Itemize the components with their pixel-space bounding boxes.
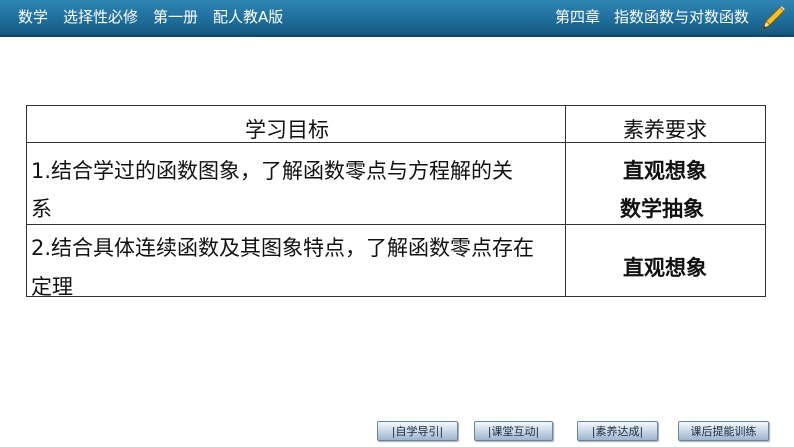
column-divider [565, 106, 566, 296]
goal-1-line-2: 系 [31, 197, 52, 221]
goal-2-line-2: 定理 [31, 275, 73, 299]
nav-self-study-button[interactable]: |自学导引| [377, 421, 458, 441]
volume-type-label: 选择性必修 [63, 8, 139, 26]
goal-2-line-1: 2.结合具体连续函数及其图象特点，了解函数零点存在 [31, 236, 535, 260]
book-info: 数学 选择性必修 第一册 配人教A版 [18, 0, 298, 35]
table-header-goals: 学习目标 [245, 118, 329, 142]
chapter-label: 第四章 [555, 8, 601, 26]
nav-literacy-achievement-button[interactable]: |素养达成| [577, 421, 658, 441]
chapter-title: 指数函数与对数函数 [614, 8, 750, 26]
top-header-bar: 数学 选择性必修 第一册 配人教A版 第四章 指数函数与对数函数 [0, 0, 794, 37]
goal-1-line-1: 1.结合学过的函数图象，了解函数零点与方程解的关 [31, 159, 514, 183]
table-header-requirements: 素养要求 [623, 118, 707, 142]
row-divider [27, 224, 765, 225]
requirement-1-line-2: 数学抽象 [620, 197, 704, 221]
requirement-2-line-1: 直观想象 [623, 256, 707, 280]
edition-label: 配人教A版 [213, 8, 284, 26]
subject-label: 数学 [18, 8, 49, 26]
nav-classroom-interaction-button[interactable]: |课堂互动| [474, 421, 553, 441]
pencil-icon [762, 5, 786, 31]
book-number-label: 第一册 [153, 8, 199, 26]
nav-after-class-training-button[interactable]: 课后提能训练 [678, 421, 769, 441]
requirement-1-line-1: 直观想象 [623, 159, 707, 183]
chapter-info: 第四章 指数函数与对数函数 [555, 0, 763, 35]
